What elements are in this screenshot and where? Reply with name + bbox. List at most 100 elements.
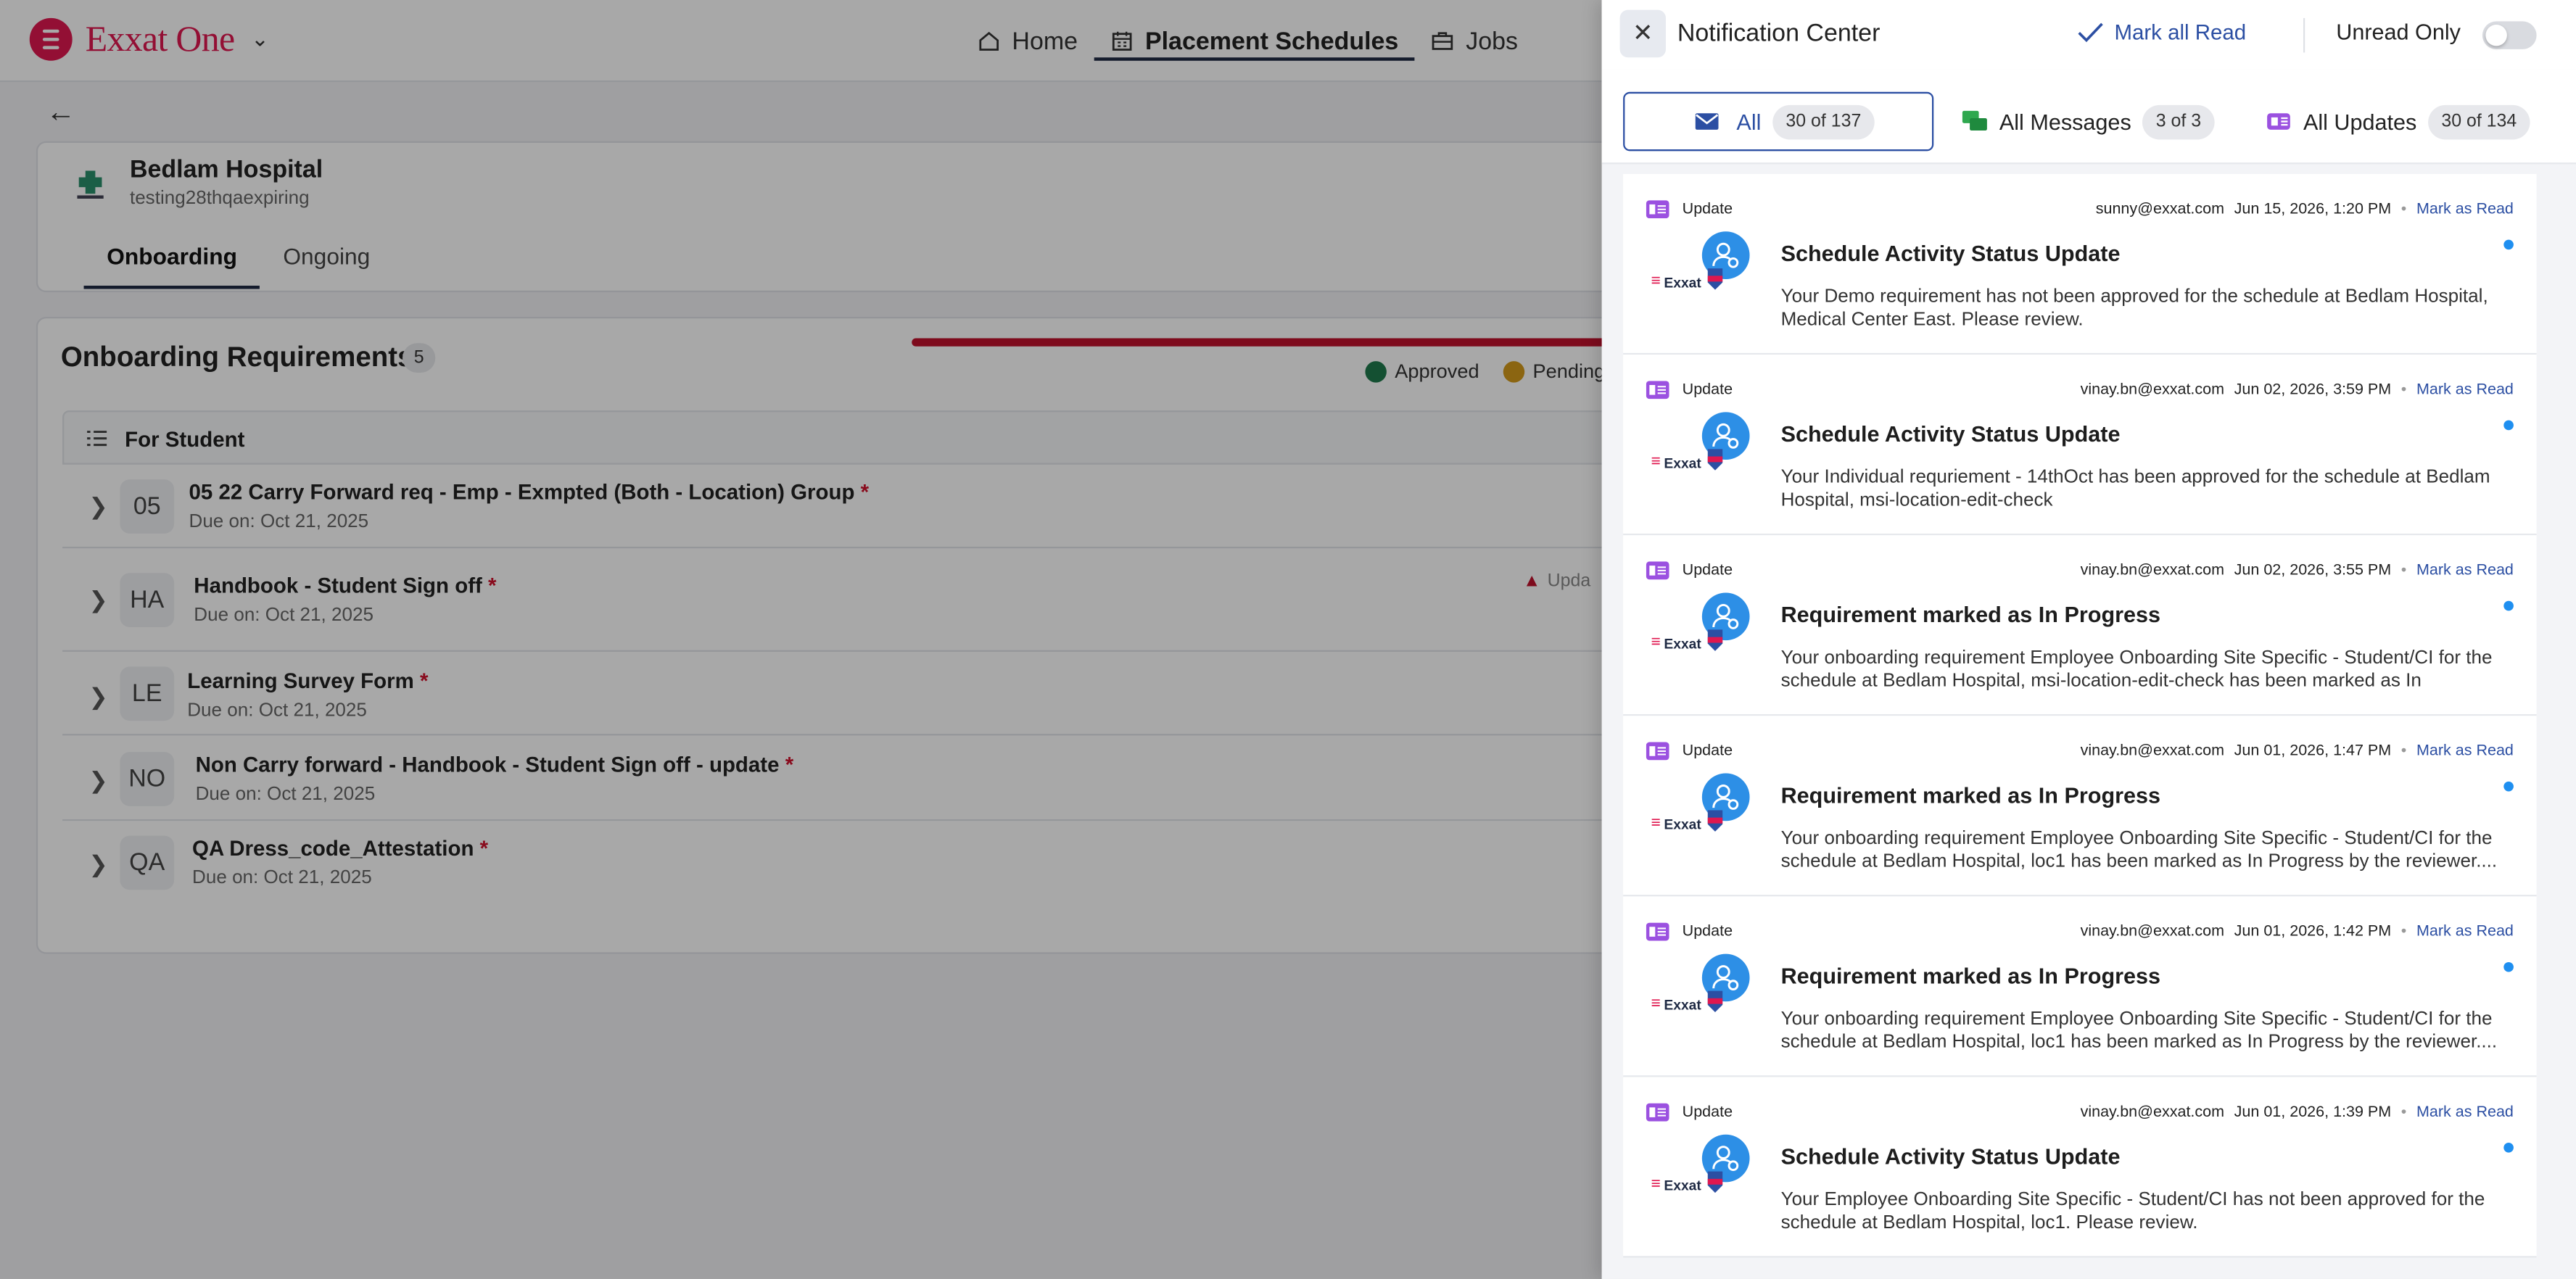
notification-sender: vinay.bn@exxat.com xyxy=(2080,742,2225,761)
toggle-knob xyxy=(2485,24,2507,46)
notification-meta: sunny@exxat.com Jun 15, 2026, 1:20 PM • … xyxy=(2096,200,2514,218)
exxat-mark-icon: ≡ xyxy=(1651,634,1661,652)
notification-title: Requirement marked as In Progress xyxy=(1780,603,2161,628)
unread-indicator xyxy=(2503,600,2514,611)
filter-tab-messages-label: All Messages xyxy=(1999,109,2131,134)
filter-tab-all[interactable]: All 30 of 137 xyxy=(1623,91,1934,152)
filter-tab-all-count: 30 of 137 xyxy=(1772,104,1875,139)
shield-icon xyxy=(1707,268,1723,290)
exxat-mark-icon: ≡ xyxy=(1651,452,1661,471)
notification-title: Schedule Activity Status Update xyxy=(1780,241,2121,266)
updates-icon xyxy=(2267,113,2290,130)
notification-time: Jun 01, 2026, 1:39 PM xyxy=(2234,1103,2392,1122)
exxat-brand-label: Exxat xyxy=(1664,1176,1701,1193)
shield-icon xyxy=(1707,1171,1723,1193)
exxat-brand: ≡ Exxat xyxy=(1651,273,1701,291)
shield-icon xyxy=(1707,810,1723,832)
user-settings-icon xyxy=(1712,785,1739,810)
notification-body: Your onboarding requirement Employee Onb… xyxy=(1780,648,2493,692)
bullet-separator: • xyxy=(2400,381,2407,400)
unread-only-toggle[interactable] xyxy=(2482,21,2537,49)
mark-all-read-button[interactable]: Mark all Read xyxy=(2076,20,2246,44)
exxat-mark-icon: ≡ xyxy=(1651,995,1661,1014)
notification-item[interactable]: Update vinay.bn@exxat.com Jun 02, 2026, … xyxy=(1623,355,2537,536)
notification-meta: vinay.bn@exxat.com Jun 01, 2026, 1:39 PM… xyxy=(2081,1104,2514,1122)
filter-tab-all-label: All xyxy=(1736,109,1762,134)
drawer-header: ✕ Notification Center Mark all Read Unre… xyxy=(1601,0,2576,70)
notification-sender: sunny@exxat.com xyxy=(2095,200,2225,219)
user-settings-icon xyxy=(1712,965,1739,990)
checkmark-icon xyxy=(2078,22,2103,43)
notification-item[interactable]: Update vinay.bn@exxat.com Jun 01, 2026, … xyxy=(1623,896,2537,1077)
notification-time: Jun 02, 2026, 3:55 PM xyxy=(2234,561,2392,580)
notification-type: Update xyxy=(1682,742,1733,761)
drawer-title: Notification Center xyxy=(1677,20,1881,48)
filter-tab-messages[interactable]: All Messages 3 of 3 xyxy=(1962,92,2215,152)
updates-icon xyxy=(1646,1103,1669,1122)
notification-time: Jun 02, 2026, 3:59 PM xyxy=(2234,381,2392,400)
exxat-brand: ≡ Exxat xyxy=(1651,995,1701,1013)
bullet-separator: • xyxy=(2400,561,2407,580)
notification-time: Jun 15, 2026, 1:20 PM xyxy=(2234,200,2392,219)
updates-icon xyxy=(1646,200,1669,219)
notification-body: Your onboarding requirement Employee Onb… xyxy=(1780,1009,2498,1054)
mark-as-read-link[interactable]: Mark as Read xyxy=(2416,200,2514,218)
envelope-icon xyxy=(1695,113,1719,130)
exxat-brand-label: Exxat xyxy=(1664,634,1701,651)
unread-indicator xyxy=(2503,239,2514,250)
notification-meta: vinay.bn@exxat.com Jun 02, 2026, 3:59 PM… xyxy=(2081,381,2514,399)
mark-as-read-link[interactable]: Mark as Read xyxy=(2416,381,2514,399)
mark-as-read-link[interactable]: Mark as Read xyxy=(2416,923,2514,941)
notification-body: Your Demo requirement has not been appro… xyxy=(1780,287,2488,331)
user-settings-icon xyxy=(1712,603,1739,629)
notification-meta: vinay.bn@exxat.com Jun 01, 2026, 1:42 PM… xyxy=(2081,923,2514,941)
notification-sender: vinay.bn@exxat.com xyxy=(2080,922,2225,941)
notification-time: Jun 01, 2026, 1:42 PM xyxy=(2234,922,2392,941)
app-root: Exxat One ⌄ Home Placement Schedules Job… xyxy=(0,0,2576,1279)
notification-body: Your onboarding requirement Employee Onb… xyxy=(1780,829,2498,873)
updates-icon xyxy=(1646,561,1669,580)
close-button[interactable]: ✕ xyxy=(1619,9,1667,58)
mark-all-read-label: Mark all Read xyxy=(2114,20,2247,45)
close-icon: ✕ xyxy=(1632,20,1654,48)
unread-indicator xyxy=(2503,1143,2514,1153)
filter-tab-updates[interactable]: All Updates 30 of 134 xyxy=(2266,92,2530,152)
mark-as-read-link[interactable]: Mark as Read xyxy=(2416,1104,2514,1122)
user-settings-icon xyxy=(1712,1146,1739,1172)
bullet-separator: • xyxy=(2400,1103,2407,1122)
notification-item[interactable]: Update vinay.bn@exxat.com Jun 02, 2026, … xyxy=(1623,535,2537,716)
bullet-separator: • xyxy=(2400,742,2407,761)
notification-title: Schedule Activity Status Update xyxy=(1780,1144,2121,1170)
notification-sender: vinay.bn@exxat.com xyxy=(2080,1103,2225,1122)
unread-indicator xyxy=(2503,781,2514,792)
notification-type: Update xyxy=(1682,922,1733,941)
filter-tab-updates-count: 30 of 134 xyxy=(2428,104,2530,139)
exxat-brand: ≡ Exxat xyxy=(1651,814,1701,832)
notification-item[interactable]: Update vinay.bn@exxat.com Jun 01, 2026, … xyxy=(1623,716,2537,897)
exxat-brand-label: Exxat xyxy=(1664,273,1701,290)
mark-as-read-link[interactable]: Mark as Read xyxy=(2416,561,2514,579)
mark-as-read-link[interactable]: Mark as Read xyxy=(2416,742,2514,761)
notification-type: Update xyxy=(1682,381,1733,400)
notification-meta: vinay.bn@exxat.com Jun 01, 2026, 1:47 PM… xyxy=(2081,742,2514,761)
user-settings-icon xyxy=(1712,423,1739,449)
exxat-mark-icon: ≡ xyxy=(1651,814,1661,833)
notification-type: Update xyxy=(1682,561,1733,580)
notification-sender: vinay.bn@exxat.com xyxy=(2080,381,2225,400)
notification-filter-tabs: All 30 of 137 All Messages 3 of 3 All Up… xyxy=(1601,69,2576,165)
bullet-separator: • xyxy=(2400,922,2407,941)
exxat-brand: ≡ Exxat xyxy=(1651,1175,1701,1193)
notification-title: Requirement marked as In Progress xyxy=(1780,964,2161,989)
unread-indicator xyxy=(2503,420,2514,431)
shield-icon xyxy=(1707,449,1723,471)
notification-body: Your Individual requriement - 14thOct ha… xyxy=(1780,468,2490,512)
notification-item[interactable]: Update vinay.bn@exxat.com Jun 01, 2026, … xyxy=(1623,1077,2537,1258)
user-settings-icon xyxy=(1712,242,1739,268)
exxat-brand-label: Exxat xyxy=(1664,454,1701,471)
updates-icon xyxy=(1646,922,1669,941)
notification-item[interactable]: Update sunny@exxat.com Jun 15, 2026, 1:2… xyxy=(1623,174,2537,355)
exxat-mark-icon: ≡ xyxy=(1651,272,1661,291)
modal-backdrop[interactable] xyxy=(0,0,1602,1279)
updates-icon xyxy=(1646,381,1669,400)
updates-icon xyxy=(1646,742,1669,761)
